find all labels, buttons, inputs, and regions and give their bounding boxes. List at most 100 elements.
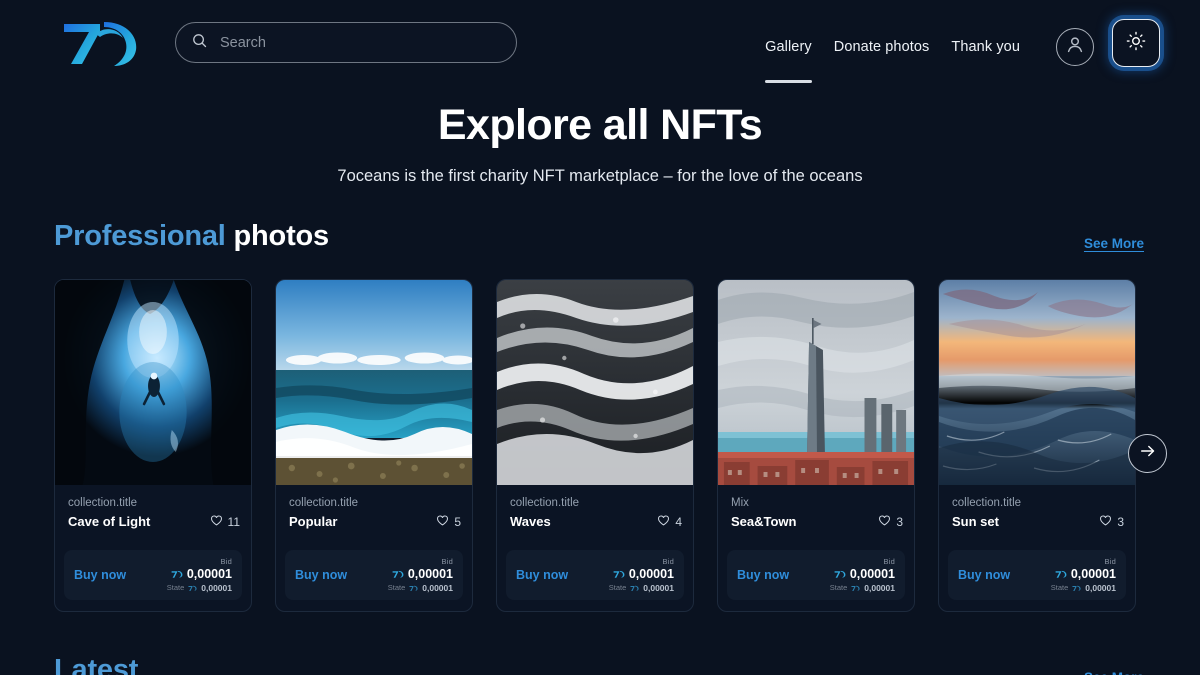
heart-icon <box>436 514 449 530</box>
search-box[interactable] <box>175 22 517 63</box>
buy-now-button[interactable]: Buy now <box>958 568 1010 582</box>
like-control[interactable]: 3 <box>878 514 903 530</box>
search-icon <box>192 33 207 53</box>
nft-collection-label: collection.title <box>289 496 461 512</box>
7oceans-coin-icon <box>171 570 183 579</box>
card-list: collection.title Cave of Light 11 Buy no… <box>0 279 1200 612</box>
7oceans-coin-icon-small <box>851 585 860 592</box>
nft-card[interactable]: collection.title Waves 4 Buy now <box>496 279 694 612</box>
nft-card-body: collection.title Cave of Light 11 <box>55 485 251 541</box>
state-value: 0,00001 <box>422 584 453 594</box>
buy-panel: Buy now Bid 0,00001 State <box>506 550 684 601</box>
state-value: 0,00001 <box>643 584 674 594</box>
like-control[interactable]: 4 <box>657 514 682 530</box>
like-count: 11 <box>228 515 240 529</box>
7oceans-coin-icon <box>1055 570 1067 579</box>
buy-panel: Buy now Bid 0,00001 State <box>727 550 905 601</box>
see-more-link-latest[interactable]: See More <box>1084 670 1144 675</box>
page-title: Explore all NFTs <box>0 101 1200 150</box>
see-more-link-professional[interactable]: See More <box>1084 236 1144 253</box>
bid-label: Bid <box>830 558 895 567</box>
buy-panel: Buy now Bid 0,00001 State <box>64 550 242 601</box>
user-icon <box>1063 32 1087 61</box>
price-column: Bid 0,00001 State 0 <box>830 558 895 594</box>
like-count: 3 <box>1117 515 1124 529</box>
buy-panel: Buy now Bid 0,00001 State <box>948 550 1126 601</box>
state-label: State <box>609 584 627 593</box>
like-count: 4 <box>675 515 682 529</box>
nft-card-body: Mix Sea&Town 3 <box>718 485 914 541</box>
carousel-next-button[interactable] <box>1128 434 1167 473</box>
section-title-accent: Latest <box>54 654 138 675</box>
bid-value: 0,00001 <box>850 567 895 581</box>
nft-collection-label: collection.title <box>68 496 240 512</box>
state-value: 0,00001 <box>201 584 232 594</box>
price-column: Bid 0,00001 State 0 <box>388 558 453 594</box>
like-control[interactable]: 3 <box>1099 514 1124 530</box>
state-label: State <box>1051 584 1069 593</box>
nft-collection-label: collection.title <box>510 496 682 512</box>
main-navigation: Gallery Donate photos Thank you <box>754 26 1160 67</box>
heart-icon <box>210 514 223 530</box>
arrow-right-icon <box>1138 441 1158 466</box>
site-header: Gallery Donate photos Thank you <box>0 0 1200 85</box>
section-header-professional: Professional photos See More <box>0 220 1200 253</box>
nav-item-thank-you[interactable]: Thank you <box>940 39 1031 55</box>
state-label: State <box>167 584 185 593</box>
section-title-professional: Professional photos <box>54 220 329 253</box>
price-column: Bid 0,00001 State 0 <box>609 558 674 594</box>
nav-item-gallery[interactable]: Gallery <box>754 39 823 55</box>
section-header-latest: Latest See More <box>0 654 1200 675</box>
page-subtitle: 7oceans is the first charity NFT marketp… <box>0 167 1200 186</box>
nft-collection-label: Mix <box>731 496 903 512</box>
bid-label: Bid <box>1051 558 1116 567</box>
nft-card-body: collection.title Popular 5 <box>276 485 472 541</box>
heart-icon <box>657 514 670 530</box>
buy-now-button[interactable]: Buy now <box>737 568 789 582</box>
7oceans-coin-icon <box>392 570 404 579</box>
state-label: State <box>388 584 406 593</box>
nft-card-image <box>276 280 472 485</box>
nft-title: Cave of Light <box>68 514 150 529</box>
like-count: 3 <box>896 515 903 529</box>
nft-card[interactable]: Mix Sea&Town 3 Buy now B <box>717 279 915 612</box>
bid-value: 0,00001 <box>1071 567 1116 581</box>
7oceans-coin-icon-small <box>1072 585 1081 592</box>
nft-title: Popular <box>289 514 337 529</box>
theme-toggle-button[interactable] <box>1112 19 1160 67</box>
sun-icon <box>1125 30 1147 57</box>
nft-card[interactable]: collection.title Cave of Light 11 Buy no… <box>54 279 252 612</box>
bid-value: 0,00001 <box>629 567 674 581</box>
7oceans-coin-icon <box>834 570 846 579</box>
bid-value: 0,00001 <box>187 567 232 581</box>
nav-item-donate-photos[interactable]: Donate photos <box>823 39 941 55</box>
nft-card-image <box>939 280 1135 485</box>
bid-value: 0,00001 <box>408 567 453 581</box>
account-avatar-button[interactable] <box>1056 28 1094 66</box>
hero-section: Explore all NFTs 7oceans is the first ch… <box>0 85 1200 186</box>
nft-card-body: collection.title Waves 4 <box>497 485 693 541</box>
7oceans-logo[interactable] <box>60 16 140 68</box>
section-title-plain: photos <box>234 220 329 252</box>
7oceans-coin-icon-small <box>188 585 197 592</box>
buy-panel: Buy now Bid 0,00001 State <box>285 550 463 601</box>
price-column: Bid 0,00001 State 0 <box>167 558 232 594</box>
7oceans-coin-icon-small <box>630 585 639 592</box>
nft-card-body: collection.title Sun set 3 <box>939 485 1135 541</box>
nft-title: Sun set <box>952 514 999 529</box>
search-input[interactable] <box>220 35 500 51</box>
state-label: State <box>830 584 848 593</box>
like-control[interactable]: 5 <box>436 514 461 530</box>
buy-now-button[interactable]: Buy now <box>516 568 568 582</box>
7oceans-coin-icon-small <box>409 585 418 592</box>
nft-card-image <box>497 280 693 485</box>
heart-icon <box>878 514 891 530</box>
nft-card[interactable]: collection.title Popular 5 Buy now <box>275 279 473 612</box>
like-count: 5 <box>454 515 461 529</box>
state-value: 0,00001 <box>864 584 895 594</box>
nft-card-image <box>55 280 251 485</box>
like-control[interactable]: 11 <box>210 514 240 530</box>
buy-now-button[interactable]: Buy now <box>295 568 347 582</box>
buy-now-button[interactable]: Buy now <box>74 568 126 582</box>
nft-card[interactable]: collection.title Sun set 3 Buy now <box>938 279 1136 612</box>
